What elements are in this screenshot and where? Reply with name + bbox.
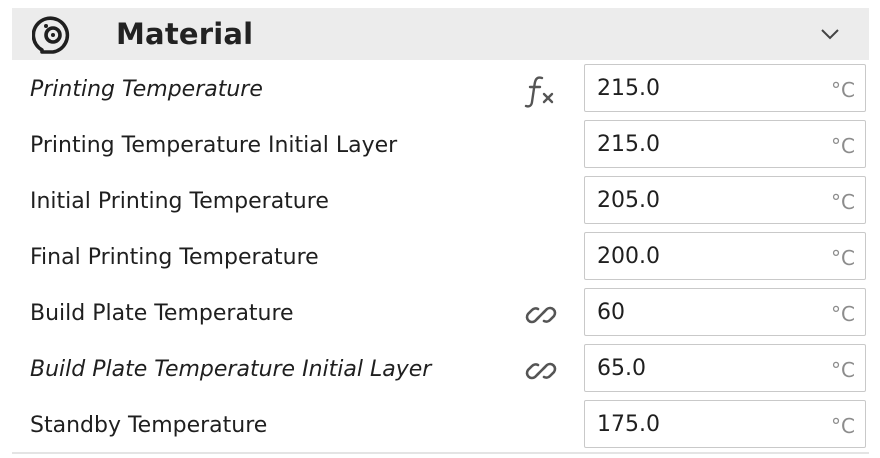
field-unit: °C <box>831 302 855 326</box>
settings-list: Printing Temperature 215.0 °C Printing T… <box>0 62 880 454</box>
field-unit: °C <box>831 246 855 270</box>
setting-row-standby-temperature: Standby Temperature 175.0 °C <box>0 398 880 454</box>
field-unit: °C <box>831 414 855 438</box>
initial-printing-temperature-field[interactable]: 205.0 °C <box>584 176 866 224</box>
standby-temperature-field[interactable]: 175.0 °C <box>584 400 866 448</box>
bottom-divider <box>12 452 869 454</box>
link-icon[interactable] <box>522 296 560 334</box>
setting-row-build-plate-temperature: Build Plate Temperature 60 °C <box>0 286 880 342</box>
chevron-down-icon[interactable] <box>816 22 844 46</box>
setting-label: Final Printing Temperature <box>30 245 319 270</box>
setting-row-final-printing-temperature: Final Printing Temperature 200.0 °C <box>0 230 880 286</box>
final-printing-temperature-field[interactable]: 200.0 °C <box>584 232 866 280</box>
function-icon[interactable] <box>522 72 560 110</box>
field-value: 215.0 <box>597 132 660 157</box>
field-value: 60 <box>597 300 625 325</box>
field-value: 215.0 <box>597 76 660 101</box>
setting-row-initial-printing-temperature: Initial Printing Temperature 205.0 °C <box>0 174 880 230</box>
field-value: 205.0 <box>597 188 660 213</box>
setting-label: Build Plate Temperature <box>30 301 294 326</box>
setting-label: Build Plate Temperature Initial Layer <box>30 357 432 382</box>
printing-temperature-initial-layer-field[interactable]: 215.0 °C <box>584 120 866 168</box>
field-value: 175.0 <box>597 412 660 437</box>
setting-label: Initial Printing Temperature <box>30 189 329 214</box>
section-title: Material <box>116 17 254 51</box>
setting-label: Printing Temperature Initial Layer <box>30 133 398 158</box>
field-unit: °C <box>831 190 855 214</box>
field-value: 200.0 <box>597 244 660 269</box>
setting-label: Printing Temperature <box>30 77 263 102</box>
setting-row-printing-temperature: Printing Temperature 215.0 °C <box>0 62 880 118</box>
printing-temperature-field[interactable]: 215.0 °C <box>584 64 866 112</box>
field-unit: °C <box>831 78 855 102</box>
link-icon[interactable] <box>522 352 560 390</box>
build-plate-temperature-field[interactable]: 60 °C <box>584 288 866 336</box>
field-unit: °C <box>831 358 855 382</box>
setting-row-build-plate-temperature-initial-layer: Build Plate Temperature Initial Layer 65… <box>0 342 880 398</box>
field-unit: °C <box>831 134 855 158</box>
material-settings-panel: Material Printing Temperature 215.0 °C P… <box>0 0 880 458</box>
setting-label: Standby Temperature <box>30 413 268 438</box>
build-plate-temperature-initial-layer-field[interactable]: 65.0 °C <box>584 344 866 392</box>
spool-icon <box>32 16 70 54</box>
setting-row-printing-temperature-initial-layer: Printing Temperature Initial Layer 215.0… <box>0 118 880 174</box>
material-section-header[interactable]: Material <box>12 8 869 60</box>
field-value: 65.0 <box>597 356 646 381</box>
